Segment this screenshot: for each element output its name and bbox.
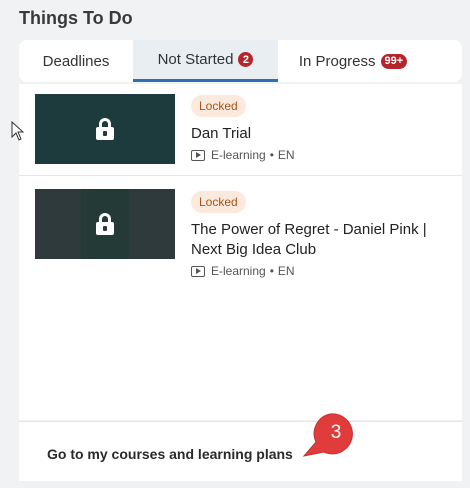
course-type: E-learning: [211, 264, 266, 278]
course-list: Locked Dan Trial E-learning • EN Locked …: [19, 84, 462, 420]
course-title[interactable]: The Power of Regret - Daniel Pink | Next…: [191, 220, 451, 260]
video-play-icon: [191, 265, 205, 277]
footer-panel: Go to my courses and learning plans: [19, 421, 462, 481]
go-to-courses-link[interactable]: Go to my courses and learning plans: [47, 446, 293, 462]
tab-in-progress[interactable]: In Progress 99+: [278, 40, 428, 82]
course-title[interactable]: Dan Trial: [191, 124, 451, 144]
course-meta: E-learning • EN: [191, 148, 451, 162]
locked-badge: Locked: [191, 191, 246, 213]
section-title: Things To Do: [19, 8, 133, 28]
tab-not-started[interactable]: Not Started 2: [133, 40, 278, 82]
callout-number: 3: [330, 422, 342, 443]
locked-badge: Locked: [191, 95, 246, 117]
count-badge: 99+: [380, 53, 408, 69]
meta-separator: •: [269, 264, 274, 278]
course-language: EN: [277, 148, 295, 162]
lock-icon: [96, 213, 114, 235]
course-language: EN: [277, 264, 295, 278]
tab-bar: Deadlines Not Started 2 In Progress 99+: [19, 40, 462, 82]
count-badge: 2: [238, 52, 254, 67]
course-meta: E-learning • EN: [191, 264, 451, 278]
meta-separator: •: [269, 148, 274, 162]
course-thumbnail[interactable]: [35, 189, 175, 259]
course-type: E-learning: [211, 148, 266, 162]
tab-label: Deadlines: [42, 52, 110, 70]
course-item[interactable]: Locked Dan Trial E-learning • EN: [19, 84, 462, 176]
course-item[interactable]: Locked The Power of Regret - Daniel Pink…: [19, 177, 462, 287]
video-play-icon: [191, 149, 205, 161]
tab-label: In Progress: [298, 52, 376, 70]
tab-deadlines[interactable]: Deadlines: [19, 40, 133, 82]
tab-label: Not Started: [157, 51, 234, 68]
course-thumbnail[interactable]: [35, 94, 175, 164]
mouse-cursor-icon: [11, 121, 25, 141]
lock-icon: [96, 118, 114, 140]
